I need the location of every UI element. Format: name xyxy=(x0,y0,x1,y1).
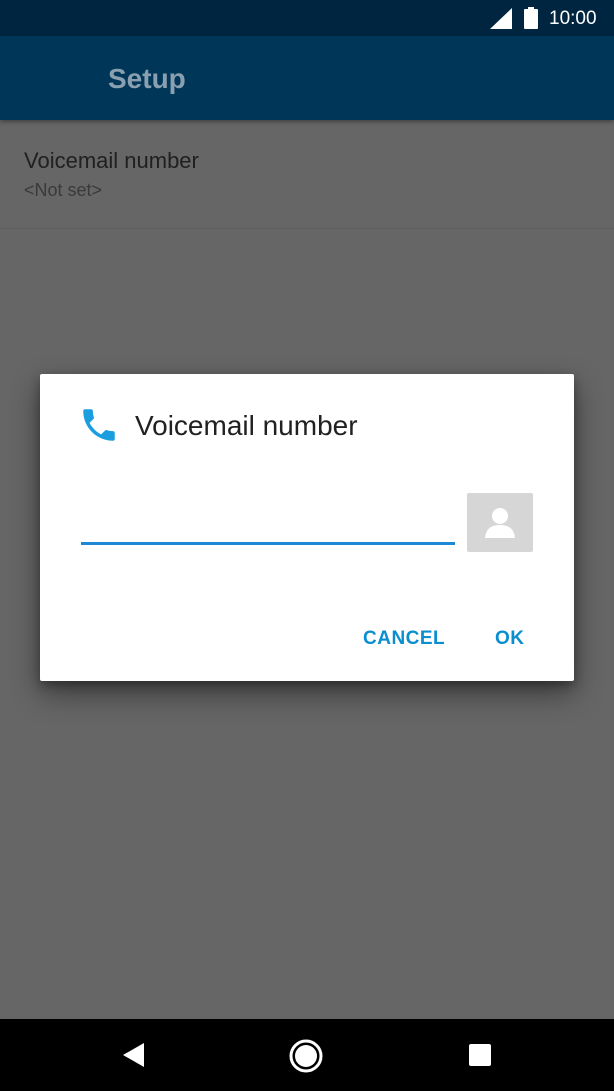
voicemail-number-preference[interactable]: Voicemail number <Not set> xyxy=(0,120,614,229)
status-time: 10:00 xyxy=(549,8,597,29)
home-icon[interactable] xyxy=(288,1038,324,1079)
voicemail-number-input[interactable] xyxy=(81,489,455,545)
navigation-bar xyxy=(0,1019,614,1091)
preference-summary: <Not set> xyxy=(24,180,103,200)
ok-button[interactable]: OK xyxy=(495,628,525,650)
app-bar-title: Setup xyxy=(108,63,186,94)
battery-icon xyxy=(524,7,538,34)
recents-icon[interactable] xyxy=(469,1044,491,1071)
cell-signal-icon xyxy=(490,8,512,34)
contact-picker-button[interactable] xyxy=(467,493,533,552)
cancel-button[interactable]: CANCEL xyxy=(363,628,445,650)
phone-icon xyxy=(78,404,120,451)
preference-title: Voicemail number xyxy=(24,148,199,173)
voicemail-number-dialog: Voicemail number CANCEL OK xyxy=(40,374,574,681)
contact-icon xyxy=(485,508,515,538)
status-bar: 10:00 xyxy=(0,0,614,36)
app-bar: Setup xyxy=(0,36,614,120)
dialog-title: Voicemail number xyxy=(135,410,358,441)
back-icon[interactable] xyxy=(122,1042,146,1073)
